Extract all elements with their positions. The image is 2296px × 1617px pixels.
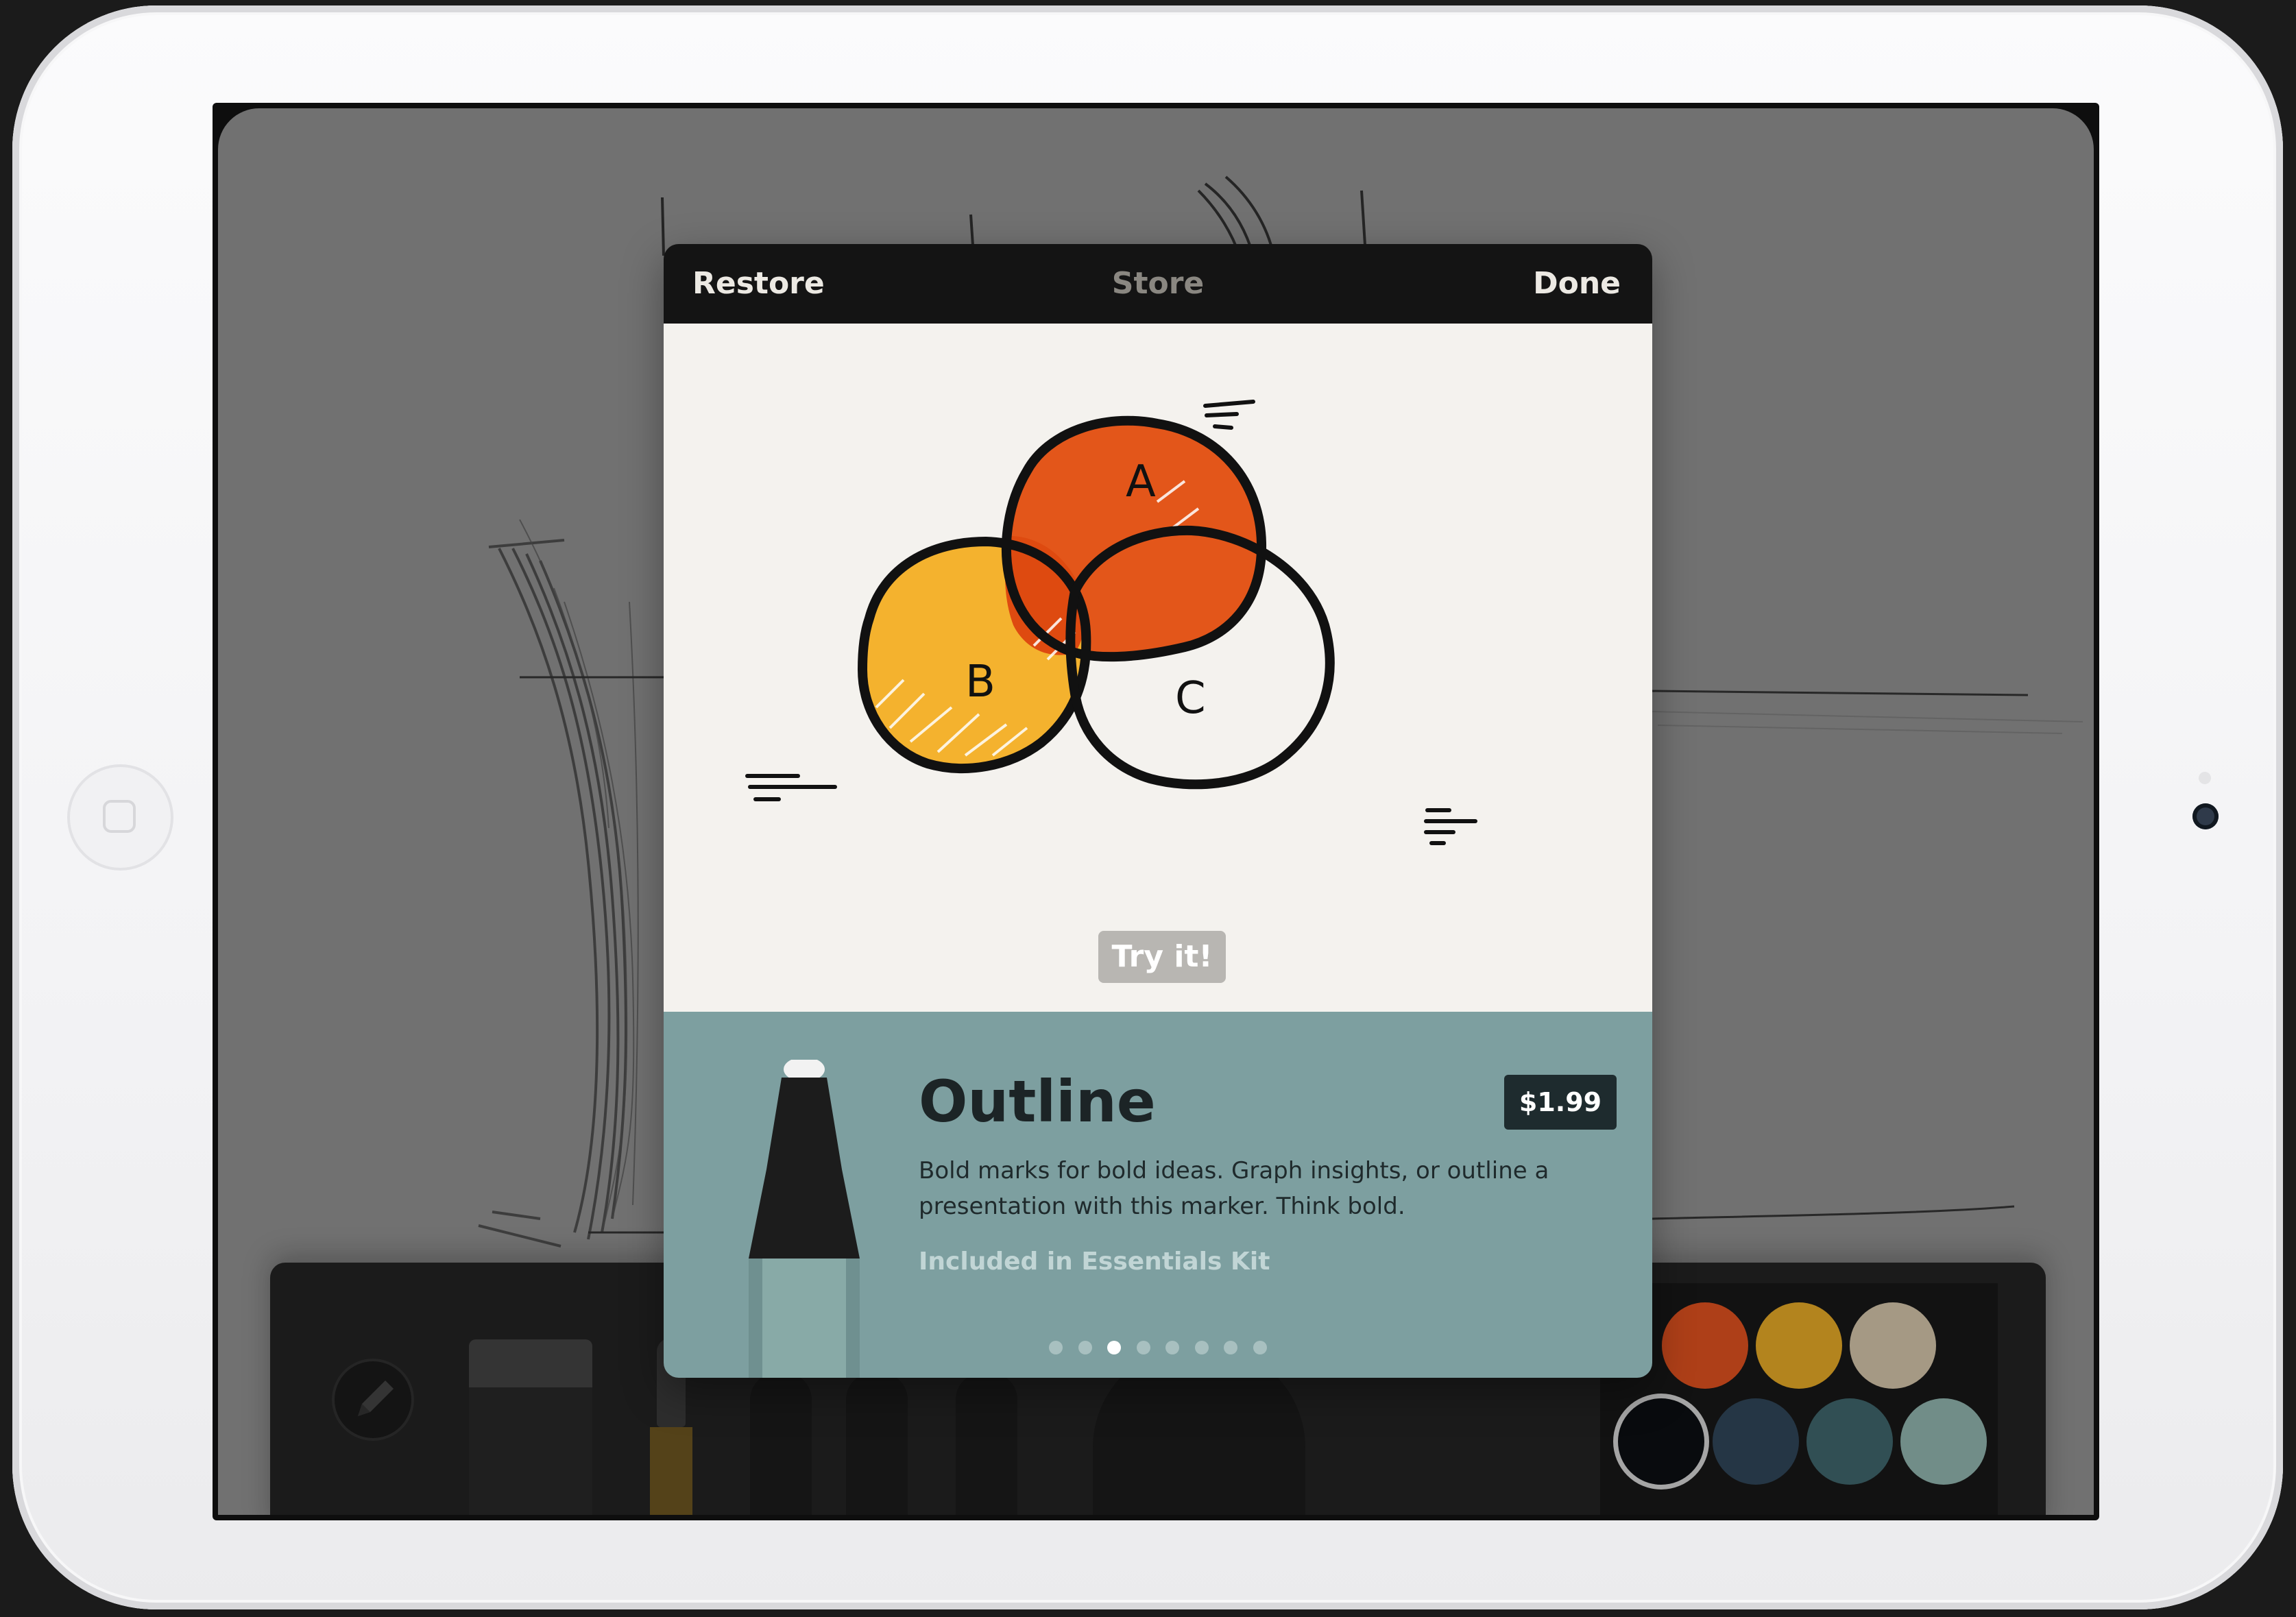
store-header: Store Restore Done: [664, 244, 1652, 324]
page-dot[interactable]: [1136, 1341, 1150, 1354]
buy-price-button[interactable]: $1.99: [1504, 1075, 1617, 1130]
done-button[interactable]: Done: [1533, 263, 1621, 304]
screen: Store Restore Done A B C Try it! Outline…: [213, 103, 2099, 1520]
home-button-square-icon: [103, 800, 136, 833]
product-info: Outline $1.99 Bold marks for bold ideas.…: [664, 1012, 1652, 1378]
product-preview: A B C Try it!: [664, 324, 1652, 1012]
outline-marker-icon: [749, 1060, 860, 1378]
store-modal: Store Restore Done A B C Try it! Outline…: [664, 244, 1652, 1378]
page-dot-active[interactable]: [1107, 1341, 1121, 1354]
try-it-button[interactable]: Try it!: [1098, 931, 1226, 983]
product-description: Bold marks for bold ideas. Graph insight…: [919, 1157, 1549, 1220]
product-name: Outline: [919, 1068, 1156, 1135]
page-dot[interactable]: [1049, 1341, 1063, 1354]
light-sensor: [2199, 772, 2211, 784]
page-dot[interactable]: [1194, 1341, 1209, 1354]
page-dot[interactable]: [1253, 1341, 1267, 1354]
restore-button[interactable]: Restore: [692, 263, 825, 304]
camera-icon: [2192, 803, 2219, 829]
venn-label-b: B: [965, 657, 995, 707]
venn-label-c: C: [1175, 673, 1206, 724]
page-dot[interactable]: [1078, 1341, 1092, 1354]
page-dot[interactable]: [1165, 1341, 1179, 1354]
page-dot[interactable]: [1224, 1341, 1237, 1354]
venn-label-a: A: [1126, 457, 1156, 507]
kit-note[interactable]: Included in Essentials Kit: [919, 1245, 1270, 1279]
page-indicator[interactable]: [1049, 1341, 1282, 1356]
venn-diagram-illustration: A B C: [745, 400, 1477, 845]
home-button[interactable]: [67, 764, 173, 871]
